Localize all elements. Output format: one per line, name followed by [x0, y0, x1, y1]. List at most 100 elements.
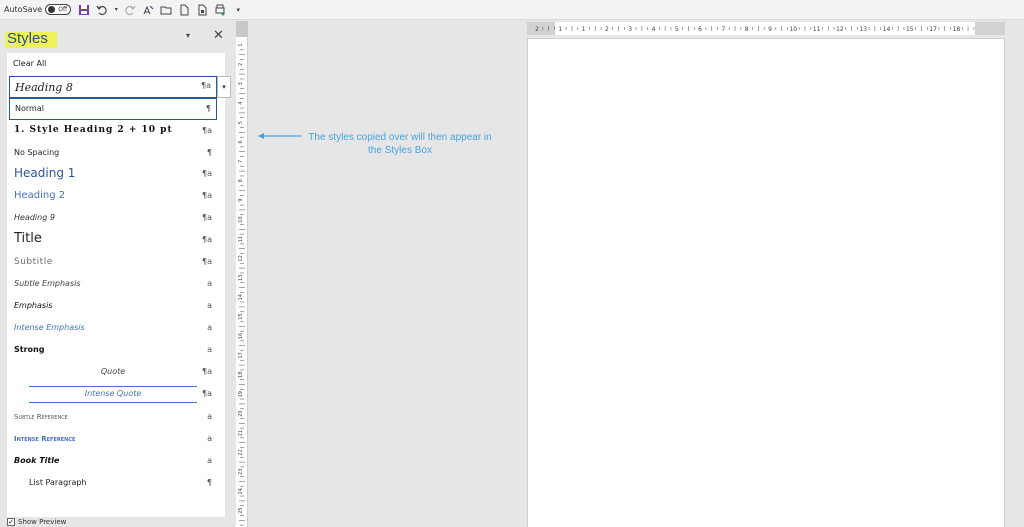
ruler-label: 12	[836, 26, 844, 33]
close-icon[interactable]: ✕	[213, 28, 224, 43]
toggle-state-label: Off	[58, 6, 68, 13]
ruler-label: 1	[558, 26, 562, 33]
style-dropdown-button[interactable]: ▾	[217, 76, 231, 98]
paragraph-char-icon: ¶a	[202, 126, 212, 135]
styles-pane-title: Styles	[7, 30, 48, 47]
style-item-label: Subtle Emphasis	[14, 279, 81, 288]
show-preview-checkbox[interactable]: ✓	[7, 518, 15, 526]
ruler-label: 21	[238, 430, 244, 436]
style-item-no-spacing[interactable]: No Spacing ¶	[9, 143, 217, 165]
paragraph-char-icon: ¶a	[202, 257, 212, 266]
style-item-subtle-emphasis[interactable]: Subtle Emphasis a	[9, 274, 217, 296]
open-folder-icon[interactable]	[159, 3, 173, 17]
ruler-label: 14	[238, 294, 244, 300]
annotation-text: The styles copied over will then appear …	[308, 132, 492, 156]
ruler-label: 7	[238, 160, 244, 163]
selected-style-label: Heading 8	[15, 81, 73, 94]
save-icon[interactable]	[77, 3, 91, 17]
ruler-label: 1	[582, 26, 586, 33]
style-item-strong[interactable]: Strong a	[9, 340, 217, 362]
selected-style-box[interactable]: Heading 8 ¶a	[9, 76, 217, 98]
character-icon: a	[207, 456, 212, 465]
save-as-icon[interactable]	[195, 3, 209, 17]
style-item-heading-1[interactable]: Heading 1 ¶a	[9, 164, 217, 186]
ruler-label: 9	[238, 199, 244, 202]
undo-dropdown-icon[interactable]: ▾	[113, 3, 119, 17]
customize-toolbar-icon[interactable]: ▾	[231, 3, 245, 17]
ruler-label: 20	[238, 410, 244, 416]
character-icon: a	[207, 323, 212, 332]
ruler-label: 15	[906, 26, 914, 33]
clear-all-button[interactable]: Clear All	[13, 59, 46, 68]
undo-icon[interactable]	[95, 3, 109, 17]
style-item-intense-quote[interactable]: Intense Quote ¶a	[9, 384, 217, 406]
print-preview-icon[interactable]	[213, 3, 227, 17]
character-icon: a	[207, 345, 212, 354]
style-item-list-paragraph[interactable]: List Paragraph ¶	[9, 473, 217, 495]
style-item-label: Heading 2	[14, 190, 66, 201]
character-icon: a	[207, 434, 212, 443]
horizontal-ruler-ticks: 2 1 1 2 3 4 5 6 7 8 9 10 11 12 13 14 15 17 18	[535, 26, 975, 33]
style-item-normal[interactable]: Normal ¶	[9, 98, 217, 120]
vertical-ruler[interactable]: 1 2 3 4 5 6 7 8 9 10 11 12 13 14 15 16 17 18 19 20 21 22 23 24 2…	[236, 21, 248, 527]
ruler-label: 11	[238, 236, 244, 242]
style-item-subtitle[interactable]: Subtitle ¶a	[9, 252, 217, 274]
paragraph-char-icon: ¶a	[202, 367, 212, 376]
paragraph-char-icon: ¶a	[202, 389, 212, 398]
ruler-label: 6	[698, 26, 702, 33]
ruler-label: 7	[721, 26, 725, 33]
show-preview-label: Show Preview	[18, 518, 67, 526]
style-item-intense-emphasis[interactable]: Intense Emphasis a	[9, 318, 217, 340]
style-item-subtle-reference[interactable]: Subtle Reference a	[9, 407, 217, 429]
style-item-label: Intense Reference	[14, 435, 76, 443]
ruler-label: 13	[238, 275, 244, 281]
style-item-heading-9[interactable]: Heading 9 ¶a	[9, 208, 217, 230]
ruler-label: 3	[238, 82, 244, 85]
style-item-label: List Paragraph	[29, 478, 87, 487]
style-item-emphasis[interactable]: Emphasis a	[9, 296, 217, 318]
style-item-heading-2[interactable]: Heading 2 ¶a	[9, 186, 217, 208]
paragraph-char-icon: ¶a	[201, 81, 211, 90]
ruler-label: 17	[238, 352, 244, 358]
autosave-toggle[interactable]: Off	[45, 4, 72, 15]
ruler-label: 4	[238, 102, 244, 105]
style-item-label: No Spacing	[14, 148, 60, 157]
ruler-label: 3	[628, 26, 632, 33]
style-item-quote[interactable]: Quote ¶a	[9, 362, 217, 384]
ruler-label: 24	[238, 488, 244, 494]
style-item-intense-reference[interactable]: Intense Reference a	[9, 429, 217, 451]
ruler-label: 15	[238, 313, 244, 319]
ruler-label: 22	[238, 449, 244, 455]
annotation-arrow-icon	[258, 133, 302, 139]
redo-icon[interactable]	[123, 3, 137, 17]
ruler-label: 2	[605, 26, 609, 33]
style-item-label: Normal	[15, 104, 44, 113]
ruler-label: 18	[238, 372, 244, 378]
pane-options-icon[interactable]: ▾	[186, 31, 190, 40]
ruler-label: 17	[929, 26, 937, 33]
style-item-label: Intense Emphasis	[14, 323, 85, 332]
style-item-label: Quote	[100, 367, 126, 376]
styles-pane: Styles ▾ ✕ Clear All Heading 8 ¶a ▾ Norm…	[0, 21, 234, 527]
style-item-label: Strong	[14, 345, 45, 354]
style-item-label: Emphasis	[14, 301, 53, 310]
character-icon: a	[207, 301, 212, 310]
styles-pane-header: Styles ▾ ✕	[0, 21, 234, 53]
format-painter-icon[interactable]	[141, 3, 155, 17]
style-item-style-heading-2-10pt[interactable]: 1. Style Heading 2 + 10 pt ¶a	[9, 121, 217, 143]
new-document-icon[interactable]	[177, 3, 191, 17]
ruler-label: 11	[813, 26, 821, 33]
vertical-ruler-ticks: 1234567891011121314151617181920212223242…	[238, 43, 245, 526]
style-item-title[interactable]: Title ¶a	[9, 230, 217, 252]
style-item-label: Subtle Reference	[14, 413, 68, 421]
document-page[interactable]	[527, 38, 1005, 527]
ruler-label: 12	[238, 255, 244, 261]
ruler-label: 23	[238, 469, 244, 475]
ruler-label: 10	[789, 26, 797, 33]
style-item-book-title[interactable]: Book Title a	[9, 451, 217, 473]
ruler-label: 8	[238, 179, 244, 182]
ruler-label: 18	[953, 26, 961, 33]
horizontal-ruler[interactable]: 2 1 1 2 3 4 5 6 7 8 9 10 11 12 13 14 15 17 18	[527, 22, 1005, 35]
show-preview-option[interactable]: ✓ Show Preview	[7, 518, 66, 526]
style-item-label: Title	[14, 231, 42, 246]
